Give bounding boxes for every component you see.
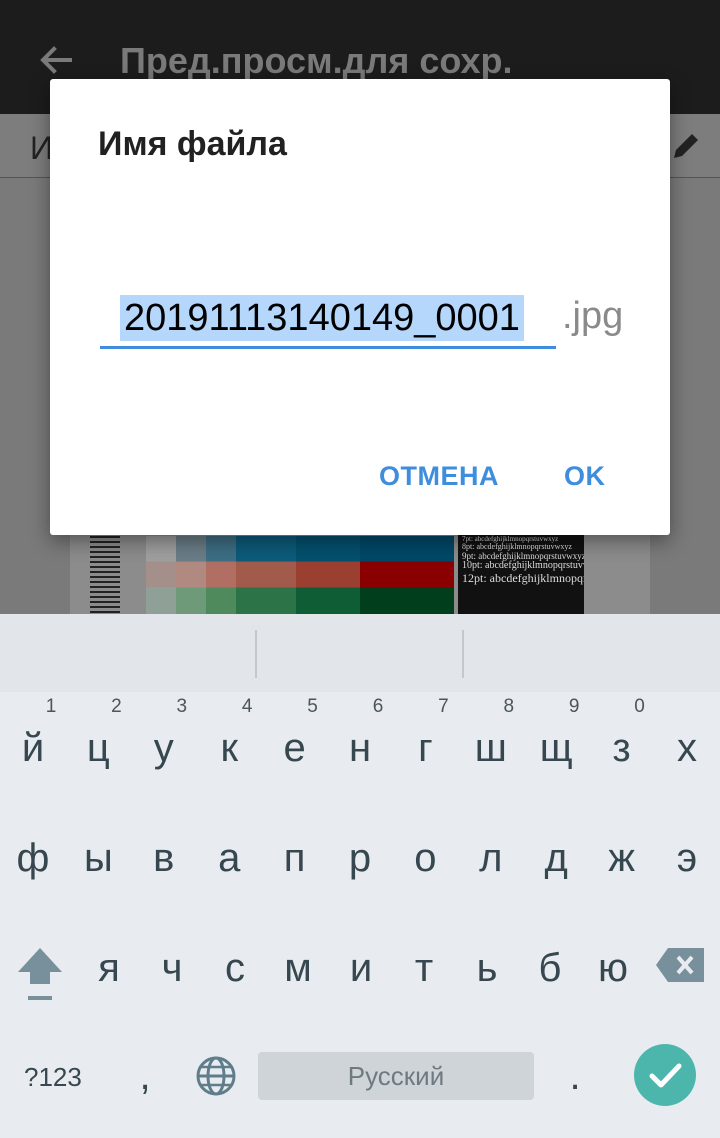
key-hint: 2 — [111, 696, 122, 717]
enter-key[interactable] — [634, 1044, 696, 1106]
key[interactable]: ф — [0, 836, 66, 881]
filename-input[interactable]: 20191113140149_0001 — [100, 287, 556, 349]
color-swatch — [146, 536, 176, 614]
key[interactable]: э — [654, 836, 720, 881]
color-swatch — [206, 536, 236, 614]
filename-dialog: Имя файла 20191113140149_0001 .jpg ОТМЕН… — [50, 79, 670, 535]
key-hint: 8 — [503, 696, 515, 717]
back-arrow-icon[interactable] — [36, 40, 76, 80]
key[interactable]: в — [131, 836, 197, 881]
key[interactable]: ж — [589, 836, 655, 881]
suggestion-divider — [462, 630, 464, 678]
key[interactable]: п — [262, 836, 328, 881]
filename-value[interactable]: 20191113140149_0001 — [120, 295, 524, 341]
key[interactable]: а — [196, 836, 262, 881]
key[interactable]: л — [458, 836, 524, 881]
key[interactable]: д — [523, 836, 589, 881]
key[interactable]: у — [131, 726, 197, 771]
key-hint: 6 — [372, 696, 384, 717]
checkmark-icon — [649, 1063, 682, 1088]
key[interactable]: б — [517, 946, 583, 991]
dialog-title: Имя файла — [98, 125, 287, 163]
key[interactable]: ш — [458, 726, 524, 771]
key[interactable]: ы — [65, 836, 131, 881]
key-hint: 1 — [45, 696, 57, 717]
suggestion-divider — [255, 630, 257, 678]
key-hint: 3 — [176, 696, 188, 717]
key[interactable]: о — [392, 836, 458, 881]
key[interactable]: ц — [65, 726, 131, 771]
file-extension: .jpg — [562, 295, 624, 337]
symbols-key[interactable]: ?123 — [24, 1062, 82, 1093]
comma-key[interactable]: , — [130, 1054, 160, 1099]
page-title: Пред.просм.для сохр. — [120, 40, 513, 81]
backspace-icon[interactable] — [654, 946, 706, 984]
color-swatch — [360, 536, 454, 614]
key[interactable]: с — [202, 946, 268, 991]
key[interactable]: т — [391, 946, 457, 991]
key[interactable]: ю — [580, 946, 646, 991]
key-hint: 5 — [307, 696, 318, 717]
suggestion-strip[interactable] — [0, 614, 720, 692]
color-swatch — [236, 536, 296, 614]
key[interactable]: р — [327, 836, 393, 881]
key[interactable]: и — [328, 946, 394, 991]
key[interactable]: й — [0, 726, 66, 771]
pencil-icon[interactable] — [668, 128, 704, 164]
key[interactable]: я — [76, 946, 142, 991]
color-swatch — [176, 536, 206, 614]
space-key[interactable]: Русский — [258, 1052, 534, 1100]
key[interactable]: щ — [523, 726, 589, 771]
shift-icon[interactable] — [14, 944, 66, 1004]
key[interactable]: м — [265, 946, 331, 991]
color-swatch — [296, 536, 360, 614]
key-hint: 0 — [634, 696, 645, 717]
period-key[interactable]: . — [560, 1054, 590, 1099]
key[interactable]: ь — [454, 946, 520, 991]
key[interactable]: н — [327, 726, 393, 771]
document-barcode — [90, 536, 120, 614]
key[interactable]: х — [654, 726, 720, 771]
key[interactable]: г — [392, 726, 458, 771]
key[interactable]: е — [262, 726, 328, 771]
key[interactable]: з — [589, 726, 655, 771]
key[interactable]: к — [196, 726, 262, 771]
globe-icon[interactable] — [194, 1054, 238, 1098]
font-sample-line: 12pt: abcdefghijklmnopqrstuvwxyz — [462, 570, 584, 585]
key[interactable]: ч — [139, 946, 205, 991]
key-hint: 7 — [438, 696, 449, 717]
cancel-button[interactable]: ОТМЕНА — [379, 461, 499, 492]
key-hint: 4 — [241, 696, 253, 717]
ok-button[interactable]: OK — [564, 461, 606, 492]
font-sample-panel: 7pt: abcdefghijklmnopqrstuvwxyz 8pt: abc… — [458, 532, 584, 614]
key-hint: 9 — [568, 696, 580, 717]
